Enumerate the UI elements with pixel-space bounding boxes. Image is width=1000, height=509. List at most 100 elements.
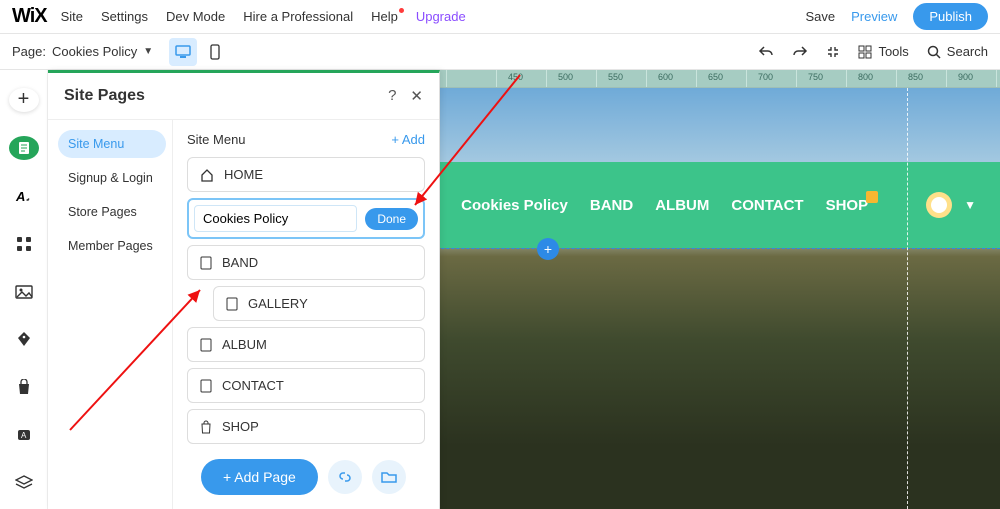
page-folder-button[interactable] bbox=[372, 460, 406, 494]
ruler-tick: 500 bbox=[558, 72, 573, 82]
page-prefix: Page: bbox=[12, 44, 46, 59]
site-pages-panel: Site Pages ? ✕ Site Menu Signup & Login … bbox=[48, 70, 440, 509]
nav-item-band[interactable]: BAND bbox=[590, 197, 633, 214]
text-style-icon: A bbox=[15, 187, 33, 205]
ruler-tick: 650 bbox=[708, 72, 723, 82]
ruler-tick: 450 bbox=[508, 72, 523, 82]
svg-text:A: A bbox=[21, 431, 27, 440]
grid-guide bbox=[907, 88, 908, 509]
nav-item-cookies[interactable]: Cookies Policy bbox=[461, 197, 568, 214]
chevron-down-icon[interactable]: ▼ bbox=[964, 198, 976, 212]
page-item-gallery[interactable]: GALLERY bbox=[213, 286, 425, 321]
page-item-edit: Done bbox=[187, 198, 425, 239]
avatar-icon[interactable] bbox=[926, 192, 952, 218]
search-button[interactable]: Search bbox=[927, 44, 988, 59]
layers-icon bbox=[15, 475, 33, 491]
page-label: BAND bbox=[222, 255, 258, 270]
page-item-home[interactable]: HOME bbox=[187, 157, 425, 192]
media-icon bbox=[15, 285, 33, 299]
save-button[interactable]: Save bbox=[805, 9, 835, 24]
store-button[interactable] bbox=[9, 375, 39, 399]
redo-button[interactable] bbox=[792, 45, 808, 59]
page-item-shop[interactable]: SHOP bbox=[187, 409, 425, 444]
folder-icon bbox=[381, 470, 397, 484]
ruler-tick: 750 bbox=[808, 72, 823, 82]
zoom-out-button[interactable] bbox=[826, 45, 840, 59]
menu-settings[interactable]: Settings bbox=[101, 9, 148, 24]
add-menu-item-button[interactable]: + Add bbox=[391, 132, 425, 147]
ruler-tick: 800 bbox=[858, 72, 873, 82]
bag-icon bbox=[200, 420, 212, 434]
desktop-icon bbox=[175, 45, 191, 59]
page-label: HOME bbox=[224, 167, 263, 182]
menu-site[interactable]: Site bbox=[61, 9, 83, 24]
apps-icon bbox=[16, 236, 32, 252]
page-item-band[interactable]: BAND bbox=[187, 245, 425, 280]
collapse-icon bbox=[826, 45, 840, 59]
add-element-button[interactable]: + bbox=[9, 88, 39, 112]
ascend-button[interactable]: A bbox=[9, 423, 39, 447]
wix-logo: WiX bbox=[12, 5, 47, 28]
tools-icon bbox=[858, 45, 872, 59]
page-label: SHOP bbox=[222, 419, 259, 434]
page-rename-input[interactable] bbox=[194, 205, 357, 232]
bag-icon bbox=[17, 379, 31, 395]
side-member-pages[interactable]: Member Pages bbox=[58, 232, 166, 260]
page-link-button[interactable] bbox=[328, 460, 362, 494]
mobile-icon bbox=[210, 44, 220, 60]
page-name: Cookies Policy bbox=[52, 44, 137, 59]
media-button[interactable] bbox=[9, 280, 39, 304]
pages-icon bbox=[16, 140, 32, 156]
page-icon bbox=[200, 338, 212, 352]
page-item-album[interactable]: ALBUM bbox=[187, 327, 425, 362]
home-icon bbox=[200, 168, 214, 182]
nav-item-contact[interactable]: CONTACT bbox=[731, 197, 803, 214]
ruler-tick: 700 bbox=[758, 72, 773, 82]
side-signup-login[interactable]: Signup & Login bbox=[58, 164, 166, 192]
page-icon bbox=[200, 379, 212, 393]
pages-button[interactable] bbox=[9, 136, 39, 160]
desktop-view-button[interactable] bbox=[169, 38, 197, 66]
page-selector[interactable]: Page: Cookies Policy ▼ bbox=[12, 44, 153, 59]
panel-title: Site Pages bbox=[64, 87, 145, 105]
redo-icon bbox=[792, 45, 808, 59]
panel-close-button[interactable]: ✕ bbox=[410, 87, 423, 105]
theme-button[interactable]: A bbox=[9, 184, 39, 208]
add-page-button[interactable]: + Add Page bbox=[201, 459, 318, 495]
page-label: CONTACT bbox=[222, 378, 284, 393]
page-icon bbox=[200, 256, 212, 270]
side-store-pages[interactable]: Store Pages bbox=[58, 198, 166, 226]
mobile-view-button[interactable] bbox=[201, 38, 229, 66]
panel-help-button[interactable]: ? bbox=[388, 87, 396, 105]
menu-upgrade[interactable]: Upgrade bbox=[416, 9, 466, 24]
ruler-tick: 900 bbox=[958, 72, 973, 82]
chevron-down-icon: ▼ bbox=[143, 46, 153, 57]
ruler-tick: 600 bbox=[658, 72, 673, 82]
site-menu-heading: Site Menu bbox=[187, 132, 246, 147]
ruler-tick: 550 bbox=[608, 72, 623, 82]
layers-button[interactable] bbox=[9, 471, 39, 495]
blog-button[interactable] bbox=[9, 327, 39, 351]
menu-help[interactable]: Help bbox=[371, 9, 398, 24]
side-site-menu[interactable]: Site Menu bbox=[58, 130, 166, 158]
page-icon bbox=[226, 297, 238, 311]
svg-text:A: A bbox=[15, 189, 25, 204]
add-section-button[interactable]: + bbox=[537, 238, 559, 260]
apps-button[interactable] bbox=[9, 232, 39, 256]
done-button[interactable]: Done bbox=[365, 208, 418, 230]
page-label: GALLERY bbox=[248, 296, 308, 311]
tools-button[interactable]: Tools bbox=[858, 44, 908, 59]
nav-item-album[interactable]: ALBUM bbox=[655, 197, 709, 214]
link-icon bbox=[337, 469, 353, 485]
menu-devmode[interactable]: Dev Mode bbox=[166, 9, 225, 24]
search-label: Search bbox=[947, 44, 988, 59]
preview-button[interactable]: Preview bbox=[851, 9, 897, 24]
publish-button[interactable]: Publish bbox=[913, 3, 988, 30]
search-icon bbox=[927, 45, 941, 59]
tools-label: Tools bbox=[878, 44, 908, 59]
nav-item-shop[interactable]: SHOP bbox=[826, 197, 869, 214]
undo-button[interactable] bbox=[758, 45, 774, 59]
menu-hire[interactable]: Hire a Professional bbox=[243, 9, 353, 24]
page-item-contact[interactable]: CONTACT bbox=[187, 368, 425, 403]
ascend-icon: A bbox=[16, 427, 32, 443]
